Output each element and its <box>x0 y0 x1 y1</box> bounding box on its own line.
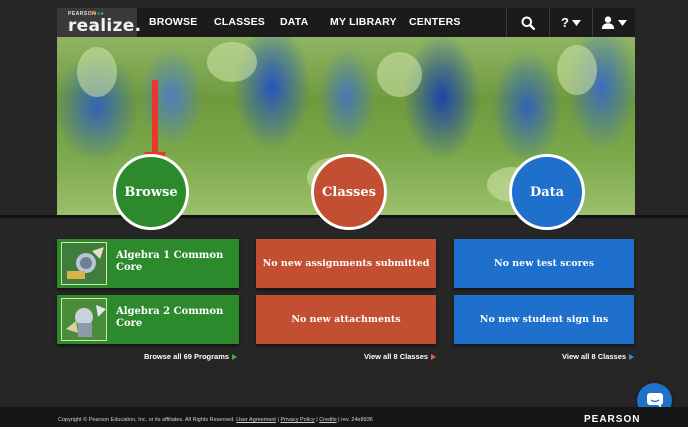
nav-centers[interactable]: CENTERS <box>409 8 461 37</box>
nav-my-library[interactable]: MY LIBRARY <box>330 8 397 37</box>
program-title: Algebra 1 Common Core <box>116 250 224 273</box>
chevron-down-icon <box>618 19 627 26</box>
nav-browse[interactable]: BROWSE <box>149 8 197 37</box>
chevron-right-icon <box>232 354 238 360</box>
classes-circle[interactable]: Classes <box>311 154 387 230</box>
realize-logo[interactable]: PEARSON ●●●● realize. <box>57 8 142 37</box>
footer: Copyright © Pearson Education, Inc. or i… <box>0 407 688 427</box>
help-menu-button[interactable]: ? <box>549 8 592 37</box>
classes-card-assignments[interactable]: No new assignments submitted <box>256 239 436 288</box>
copyright-statement: Copyright © Pearson Education, Inc. or i… <box>58 417 235 423</box>
main-nav: PEARSON ●●●● realize. BROWSE CLASSES DAT… <box>57 8 635 37</box>
copyright-text: Copyright © Pearson Education, Inc. or i… <box>58 417 373 423</box>
separator: | <box>316 417 318 423</box>
revision-text: rev. 24e8936 <box>341 417 373 423</box>
user-menu-button[interactable] <box>592 8 635 37</box>
view-all-data-link[interactable]: View all 8 Classes <box>562 352 635 361</box>
browse-all-label: Browse all 69 Programs <box>144 352 230 361</box>
view-all-classes-link[interactable]: View all 8 Classes <box>364 352 437 361</box>
chevron-right-icon <box>431 354 437 360</box>
data-card-sign-ins[interactable]: No new student sign ins <box>454 295 634 344</box>
chevron-right-icon <box>629 354 635 360</box>
algebra-2-thumbnail-icon <box>61 298 107 341</box>
user-icon <box>601 16 615 29</box>
browse-all-link[interactable]: Browse all 69 Programs <box>144 352 238 361</box>
user-agreement-link[interactable]: User Agreement <box>236 417 276 423</box>
nav-data[interactable]: DATA <box>280 8 308 37</box>
program-title: Algebra 2 Common Core <box>116 306 224 329</box>
classes-card-attachments[interactable]: No new attachments <box>256 295 436 344</box>
logo-dots-icon: ●●●● <box>90 11 105 17</box>
data-card-test-scores[interactable]: No new test scores <box>454 239 634 288</box>
logo-realize-text: realize. <box>68 16 142 36</box>
help-icon: ? <box>561 15 569 30</box>
browse-circle[interactable]: Browse <box>113 154 189 230</box>
program-card-algebra-1[interactable]: Algebra 1 Common Core <box>57 239 239 288</box>
program-card-algebra-2[interactable]: Algebra 2 Common Core <box>57 295 239 344</box>
search-button[interactable] <box>506 8 549 37</box>
view-data-label: View all 8 Classes <box>562 352 627 361</box>
separator: | <box>277 417 279 423</box>
data-circle[interactable]: Data <box>509 154 585 230</box>
nav-classes[interactable]: CLASSES <box>214 8 265 37</box>
search-icon <box>521 16 535 30</box>
algebra-1-thumbnail-icon <box>61 242 107 285</box>
credits-link[interactable]: Credits <box>319 417 336 423</box>
pearson-brand: PEARSON <box>584 414 641 425</box>
top-bar: PEARSON ●●●● realize. BROWSE CLASSES DAT… <box>0 0 688 37</box>
chevron-down-icon <box>571 19 581 26</box>
view-classes-label: View all 8 Classes <box>364 352 429 361</box>
separator: | <box>338 417 340 423</box>
privacy-policy-link[interactable]: Privacy Policy <box>280 417 314 423</box>
